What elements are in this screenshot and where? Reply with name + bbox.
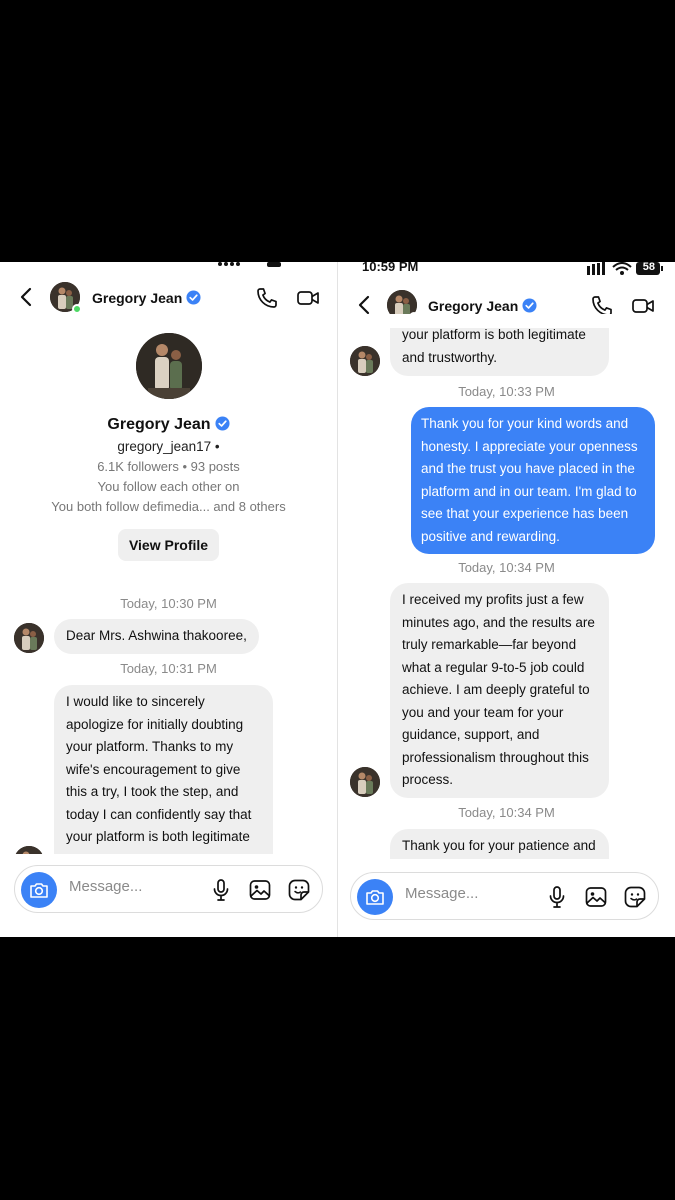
microphone-icon[interactable] xyxy=(209,878,233,902)
both-follow-text: You both follow defimedia... and 8 other… xyxy=(51,499,286,514)
avatar-photo-icon xyxy=(350,767,380,797)
video-camera-icon[interactable] xyxy=(296,286,320,310)
status-bar-cropped xyxy=(0,262,337,274)
verified-badge-icon xyxy=(215,416,230,431)
message-bubble-incoming[interactable]: I received my profits just a few minutes… xyxy=(390,583,609,798)
avatar-photo-icon xyxy=(135,333,202,399)
left-chat-screen: Gregory Jean Gregory Jean gregory_jean17… xyxy=(0,262,337,937)
message-input[interactable] xyxy=(69,878,199,895)
verified-badge-icon xyxy=(522,298,537,313)
message-bubble-outgoing[interactable]: Thank you for your kind words and honest… xyxy=(411,407,655,554)
gallery-icon[interactable] xyxy=(248,878,272,902)
microphone-icon[interactable] xyxy=(545,885,569,909)
message-avatar[interactable] xyxy=(350,346,380,376)
timestamp: Today, 10:31 PM xyxy=(120,661,217,676)
profile-card: Gregory Jean gregory_jean17 • 6.1K follo… xyxy=(0,333,337,561)
signal-icon xyxy=(218,262,281,267)
timestamp: Today, 10:33 PM xyxy=(458,384,555,399)
gallery-icon[interactable] xyxy=(584,885,608,909)
camera-button[interactable] xyxy=(357,879,393,915)
avatar-photo-icon xyxy=(14,623,44,653)
profile-handle: gregory_jean17 • xyxy=(117,439,220,454)
back-arrow-icon[interactable] xyxy=(18,286,34,308)
signal-wifi-battery-icon xyxy=(587,262,663,275)
message-avatar[interactable] xyxy=(14,623,44,653)
timestamp: Today, 10:30 PM xyxy=(120,596,217,611)
camera-icon xyxy=(30,883,48,898)
message-avatar[interactable] xyxy=(350,767,380,797)
mutual-follow-text: You follow each other on xyxy=(97,479,240,494)
right-chat-screen: 10:59 PM 58 Gregory Jean your platform i… xyxy=(338,262,675,937)
back-arrow-icon[interactable] xyxy=(356,294,372,316)
timestamp: Today, 10:34 PM xyxy=(458,560,555,575)
online-indicator xyxy=(72,304,82,314)
message-bubble-incoming[interactable]: I would like to sincerely apologize for … xyxy=(54,685,273,860)
view-profile-button[interactable]: View Profile xyxy=(117,529,220,561)
header-mask xyxy=(338,314,675,328)
message-composer xyxy=(350,872,659,920)
message-bubble-incoming[interactable]: your platform is both legitimate and tru… xyxy=(390,322,609,376)
profile-avatar[interactable] xyxy=(135,333,202,399)
profile-stats: 6.1K followers • 93 posts xyxy=(97,459,240,474)
contact-name[interactable]: Gregory Jean xyxy=(428,298,537,314)
avatar-photo-icon xyxy=(350,346,380,376)
contact-name[interactable]: Gregory Jean xyxy=(92,290,201,306)
message-bubble-incoming[interactable]: Dear Mrs. Ashwina thakooree, xyxy=(54,619,259,654)
camera-button[interactable] xyxy=(21,872,57,908)
phone-icon[interactable] xyxy=(255,286,279,310)
battery-level: 58 xyxy=(642,262,655,273)
status-time: 10:59 PM xyxy=(362,262,419,274)
status-bar: 10:59 PM 58 xyxy=(338,262,675,276)
profile-name: Gregory Jean xyxy=(0,416,337,434)
sticker-icon[interactable] xyxy=(623,885,647,909)
camera-icon xyxy=(366,890,384,905)
sticker-icon[interactable] xyxy=(287,878,311,902)
chat-header: Gregory Jean xyxy=(0,276,337,320)
message-input[interactable] xyxy=(405,885,535,902)
verified-badge-icon xyxy=(186,290,201,305)
message-composer xyxy=(14,865,323,913)
timestamp: Today, 10:34 PM xyxy=(458,805,555,820)
